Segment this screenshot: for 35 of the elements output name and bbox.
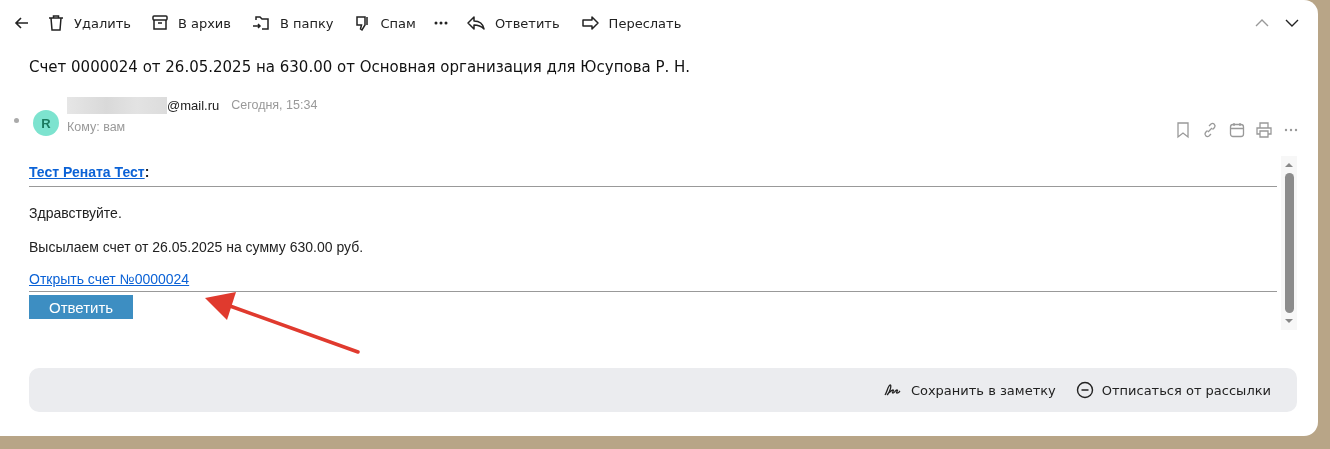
folder-arrow-icon (250, 14, 271, 32)
forward-icon (579, 14, 600, 32)
reply-button[interactable]: Ответить (29, 295, 134, 319)
bookmark-icon[interactable] (1174, 121, 1192, 139)
email-subject: Счет 0000024 от 26.05.2025 на 630.00 от Основная организация для Юсупова Р. Н. (29, 58, 692, 76)
reply-all-icon (465, 14, 486, 32)
scrollbar[interactable] (1281, 156, 1297, 330)
trash-icon (47, 14, 65, 32)
toolbar-button[interactable]: В архив (141, 10, 240, 36)
status-dot (14, 117, 19, 123)
toolbar-button[interactable]: Ответить (456, 10, 569, 36)
body-text: Высылаем счет от 26.05.2025 на сумму 630.00 руб. (29, 239, 364, 255)
footer-action-button[interactable]: Отписаться от рассылки (1075, 381, 1271, 399)
link-icon[interactable] (1201, 121, 1219, 139)
avatar: R (33, 110, 59, 136)
toolbar-button[interactable]: Удалить (38, 10, 140, 36)
invoice-link[interactable]: Открыть счет №0000024 (29, 271, 190, 287)
message-date: Сегодня, 15:34 (231, 98, 318, 112)
print-icon[interactable] (1255, 121, 1273, 139)
minus-circle-icon (1075, 381, 1094, 399)
sender-address[interactable]: @mail.ru (167, 97, 220, 113)
toolbar-button[interactable]: Спам (344, 10, 425, 36)
scroll-down-icon[interactable] (1285, 318, 1293, 324)
toolbar-button[interactable]: Переслать (570, 10, 691, 36)
toolbar-button[interactable]: В папку (241, 10, 343, 36)
signature-icon (882, 382, 903, 398)
calendar-icon[interactable] (1228, 121, 1246, 139)
footer-action-button[interactable]: Сохранить в заметку (882, 382, 1056, 398)
addressee-link[interactable]: Тест Рената Тест (29, 164, 145, 180)
scroll-up-icon[interactable] (1285, 162, 1293, 168)
archive-icon (150, 14, 169, 32)
addressee-line: Тест Рената Тест: (29, 164, 150, 180)
back-arrow-icon (14, 15, 30, 31)
scroll-thumb[interactable] (1284, 173, 1294, 313)
body-text: Здравствуйте. (29, 205, 122, 221)
